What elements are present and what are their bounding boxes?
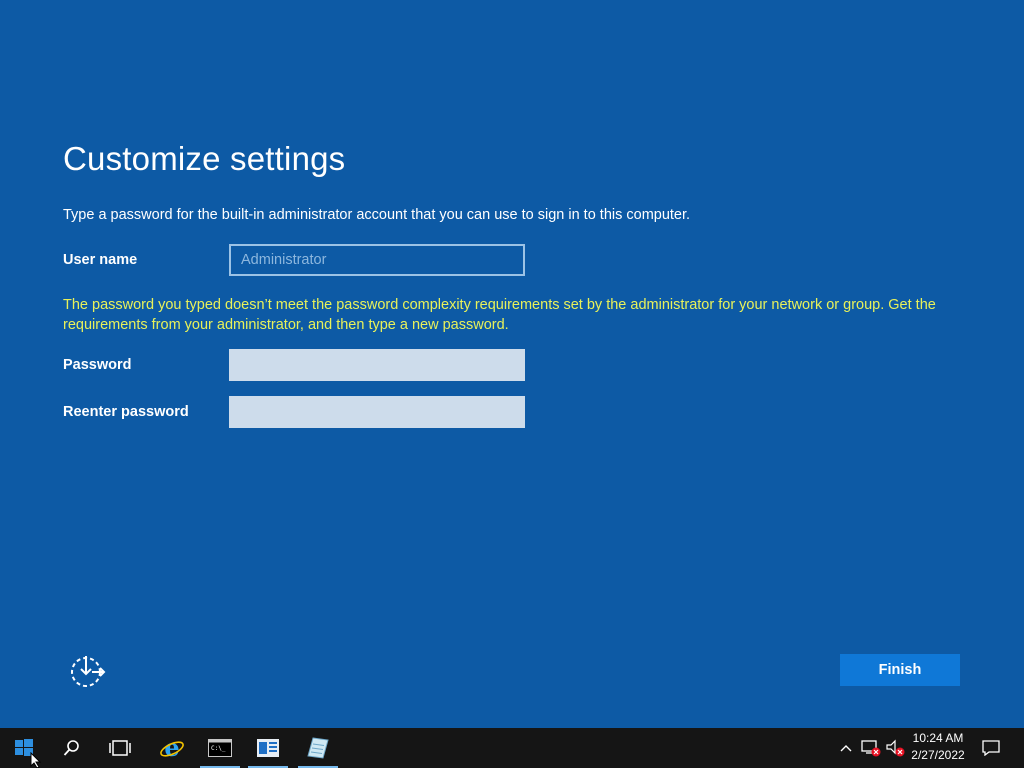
search-icon[interactable] — [52, 728, 92, 768]
reenter-password-label: Reenter password — [63, 404, 189, 420]
taskbar: e C:\_ 10:24 AM 2/27/2022 — [0, 728, 1024, 768]
command-prompt-icon[interactable]: C:\_ — [200, 728, 240, 768]
action-center-icon[interactable] — [978, 728, 1004, 768]
reenter-password-field[interactable] — [229, 396, 525, 428]
page-title: Customize settings — [63, 140, 346, 177]
server-manager-icon[interactable] — [248, 728, 288, 768]
finish-button[interactable]: Finish — [840, 654, 960, 686]
clock-date: 2/27/2022 — [911, 748, 965, 762]
svg-text:e: e — [164, 735, 179, 761]
password-field[interactable] — [229, 349, 525, 381]
setup-screen: Customize settings Type a password for t… — [0, 0, 1024, 728]
username-field[interactable] — [229, 244, 525, 276]
username-label: User name — [63, 252, 138, 268]
svg-text:C:\_: C:\_ — [211, 745, 226, 752]
clock-time: 10:24 AM — [912, 731, 964, 745]
error-message: The password you typed doesn’t meet the … — [63, 297, 936, 333]
network-disconnected-icon[interactable] — [860, 728, 882, 768]
internet-explorer-icon[interactable]: e — [152, 728, 192, 768]
password-label: Password — [63, 357, 132, 373]
chevron-up-icon[interactable] — [836, 728, 856, 768]
clock[interactable]: 10:24 AM 2/27/2022 — [902, 730, 974, 766]
mouse-cursor-icon — [30, 751, 42, 768]
ease-of-access-icon[interactable] — [68, 654, 106, 688]
task-view-icon[interactable] — [100, 728, 140, 768]
notepad-icon[interactable] — [298, 728, 338, 768]
instruction-text: Type a password for the built-in adminis… — [63, 207, 691, 223]
